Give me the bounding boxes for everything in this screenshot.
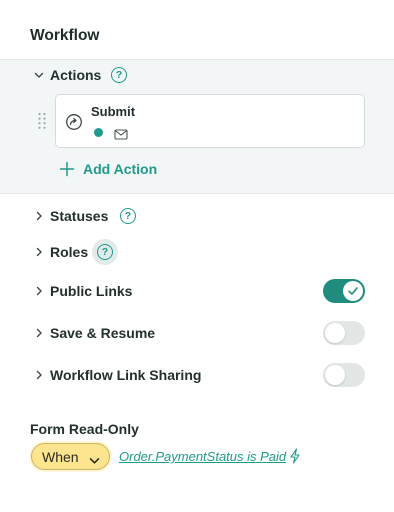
- actions-label: Actions: [50, 67, 102, 83]
- statuses-section[interactable]: Statuses ?: [0, 201, 394, 231]
- workflow-link-sharing-label: Workflow Link Sharing: [50, 367, 202, 383]
- roles-section[interactable]: Roles ?: [0, 237, 394, 267]
- workflow-title: Workflow: [30, 27, 100, 44]
- mail-icon: [114, 127, 128, 140]
- add-action-button[interactable]: Add Action: [59, 159, 157, 179]
- toggle-knob: [325, 365, 345, 385]
- action-card-submit[interactable]: Submit: [55, 94, 365, 148]
- check-icon: [348, 287, 358, 295]
- save-resume-toggle[interactable]: [323, 321, 365, 345]
- public-links-label: Public Links: [50, 283, 133, 299]
- toggle-knob: [343, 281, 363, 301]
- statuses-label: Statuses: [50, 208, 109, 224]
- chevron-right-icon[interactable]: [33, 210, 45, 222]
- save-resume-label: Save & Resume: [50, 325, 156, 341]
- chevron-right-icon[interactable]: [33, 246, 45, 258]
- chevron-right-icon[interactable]: [33, 369, 45, 381]
- help-icon[interactable]: ?: [120, 208, 136, 224]
- roles-label: Roles: [50, 244, 89, 260]
- chevron-right-icon[interactable]: [33, 327, 45, 339]
- public-links-toggle[interactable]: [323, 279, 365, 303]
- when-dropdown[interactable]: When: [31, 443, 110, 470]
- chevron-right-icon[interactable]: [33, 285, 45, 297]
- arrow-circle-icon: [65, 113, 83, 131]
- chevron-down-icon[interactable]: [33, 69, 45, 81]
- workflow-link-sharing-toggle[interactable]: [323, 363, 365, 387]
- condition-link[interactable]: Order.PaymentStatus is Paid: [119, 449, 286, 464]
- add-action-label: Add Action: [83, 161, 158, 177]
- help-icon-glyph: ?: [97, 244, 113, 260]
- action-title: Submit: [91, 104, 136, 119]
- lightning-icon[interactable]: [289, 448, 301, 464]
- when-label: When: [42, 448, 79, 465]
- drag-handle-icon[interactable]: [37, 112, 47, 130]
- help-icon[interactable]: ?: [111, 67, 127, 83]
- plus-icon: [59, 161, 75, 177]
- toggle-knob: [325, 323, 345, 343]
- help-icon[interactable]: ?: [92, 239, 118, 265]
- status-dot: [94, 128, 103, 137]
- chevron-down-icon: [89, 452, 100, 464]
- actions-section-header[interactable]: Actions ?: [0, 60, 394, 90]
- form-read-only-label: Form Read-Only: [30, 421, 139, 437]
